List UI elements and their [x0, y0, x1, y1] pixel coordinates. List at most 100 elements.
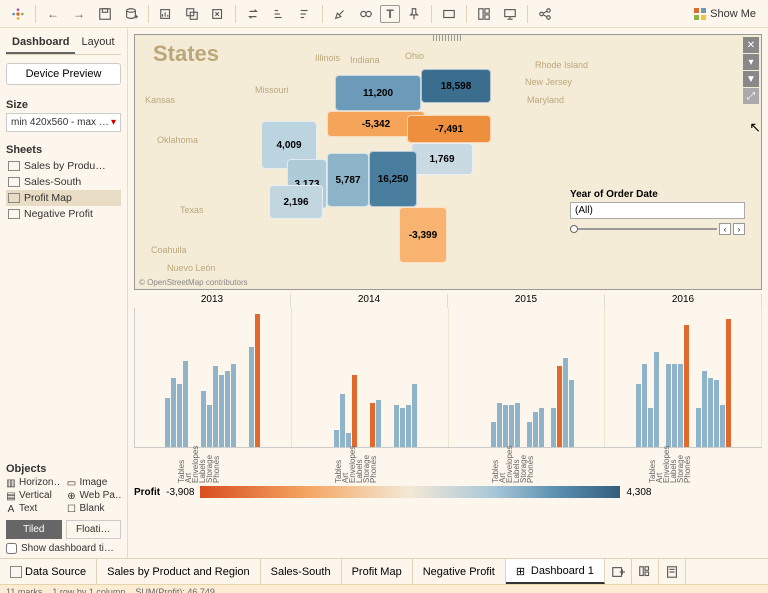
object-item[interactable]: ▭Image [67, 477, 122, 488]
highlight-icon[interactable] [328, 3, 352, 25]
bar[interactable] [726, 319, 731, 447]
state-southcarolina[interactable]: 1,769 [411, 143, 473, 175]
floating-button[interactable]: Floati… [66, 520, 122, 539]
worksheet-icon[interactable] [154, 3, 178, 25]
bar[interactable] [678, 364, 683, 447]
object-item[interactable]: ☐Blank [67, 503, 122, 514]
tab-dashboard-1[interactable]: ⊞Dashboard 1 [506, 559, 605, 584]
tab-sales-south[interactable]: Sales-South [261, 559, 342, 584]
fit-icon[interactable] [437, 3, 461, 25]
bar[interactable] [394, 405, 399, 447]
duplicate-icon[interactable] [180, 3, 204, 25]
tab-sales-product-region[interactable]: Sales by Product and Region [97, 559, 260, 584]
bar[interactable] [527, 422, 532, 447]
state-louisiana[interactable]: 2,196 [269, 185, 323, 219]
bar[interactable] [352, 375, 357, 447]
state-florida[interactable]: -3,399 [399, 207, 447, 263]
bar[interactable] [412, 384, 417, 447]
bar[interactable] [491, 422, 496, 447]
bar[interactable] [563, 358, 568, 447]
bar[interactable] [642, 364, 647, 447]
bar-chart[interactable]: 2013201420152016 TablesArtEnvelopesLabel… [134, 294, 762, 484]
bar[interactable] [406, 405, 411, 447]
bar[interactable] [708, 378, 713, 448]
tab-layout[interactable]: Layout [75, 32, 120, 54]
bar[interactable] [497, 403, 502, 447]
show-title-checkbox[interactable]: Show dashboard ti… [6, 543, 121, 554]
new-data-icon[interactable] [119, 3, 143, 25]
bar[interactable] [346, 433, 351, 447]
sheet-item[interactable]: Sales-South [6, 174, 121, 190]
state-northcarolina[interactable]: -7,491 [407, 115, 491, 143]
bar[interactable] [201, 391, 206, 447]
bar[interactable] [654, 352, 659, 447]
bar[interactable] [340, 394, 345, 447]
group-icon[interactable] [354, 3, 378, 25]
funnel-icon[interactable]: ▼ [743, 71, 759, 87]
bar[interactable] [702, 371, 707, 447]
share-icon[interactable] [533, 3, 557, 25]
object-item[interactable]: ⊕Web Pa… [67, 490, 122, 501]
sheet-item[interactable]: Negative Profit [6, 206, 121, 222]
size-selector[interactable]: min 420x560 - max …▾ [6, 113, 121, 132]
bar[interactable] [515, 403, 520, 447]
expand-icon[interactable]: ⤢ [743, 88, 759, 104]
close-icon[interactable]: ✕ [743, 37, 759, 53]
bar[interactable] [213, 366, 218, 447]
bar[interactable] [400, 408, 405, 447]
back-icon[interactable]: ← [41, 3, 65, 25]
clear-icon[interactable] [206, 3, 230, 25]
bar[interactable] [672, 364, 677, 447]
dashboard-icon[interactable] [472, 3, 496, 25]
bar[interactable] [334, 430, 339, 447]
bar[interactable] [255, 314, 260, 447]
sort-desc-icon[interactable] [293, 3, 317, 25]
tab-profit-map[interactable]: Profit Map [342, 559, 413, 584]
bar[interactable] [165, 398, 170, 447]
new-dashboard-icon[interactable] [632, 559, 659, 584]
state-alabama[interactable]: 5,787 [327, 153, 369, 207]
bar[interactable] [249, 347, 254, 447]
swap-icon[interactable] [241, 3, 265, 25]
text-icon[interactable]: T [380, 5, 400, 23]
new-worksheet-icon[interactable] [605, 559, 632, 584]
bar[interactable] [183, 361, 188, 447]
bar[interactable] [219, 375, 224, 447]
bar[interactable] [684, 325, 689, 447]
filter-value[interactable]: (All) [570, 202, 745, 219]
state-georgia[interactable]: 16,250 [369, 151, 417, 207]
bar[interactable] [666, 364, 671, 447]
bar[interactable] [207, 405, 212, 447]
present-icon[interactable] [498, 3, 522, 25]
pin-icon[interactable] [402, 3, 426, 25]
prev-icon[interactable]: ‹ [719, 223, 731, 235]
bar[interactable] [696, 408, 701, 447]
new-story-icon[interactable] [659, 559, 686, 584]
bar[interactable] [177, 384, 182, 447]
tab-data-source[interactable]: Data Source [0, 559, 97, 584]
object-item[interactable]: ▥Horizon… [6, 477, 61, 488]
bar[interactable] [503, 405, 508, 447]
bar[interactable] [376, 400, 381, 447]
tab-negative-profit[interactable]: Negative Profit [413, 559, 506, 584]
chevron-down-icon[interactable]: ▾ [743, 54, 759, 70]
bar[interactable] [551, 408, 556, 447]
bar[interactable] [569, 380, 574, 447]
bar[interactable] [714, 380, 719, 447]
bar[interactable] [557, 366, 562, 447]
forward-icon[interactable]: → [67, 3, 91, 25]
object-item[interactable]: ▤Vertical [6, 490, 61, 501]
bar[interactable] [636, 384, 641, 447]
drag-grip-icon[interactable] [433, 35, 463, 41]
logo-icon[interactable] [6, 3, 30, 25]
next-icon[interactable]: › [733, 223, 745, 235]
bar[interactable] [370, 403, 375, 447]
bar[interactable] [533, 412, 538, 447]
sheet-item[interactable]: Sales by Produ… [6, 158, 121, 174]
bar[interactable] [539, 408, 544, 447]
bar[interactable] [225, 371, 230, 447]
sheet-item[interactable]: Profit Map [6, 190, 121, 206]
save-icon[interactable] [93, 3, 117, 25]
bar[interactable] [720, 405, 725, 447]
object-item[interactable]: AText [6, 503, 61, 514]
